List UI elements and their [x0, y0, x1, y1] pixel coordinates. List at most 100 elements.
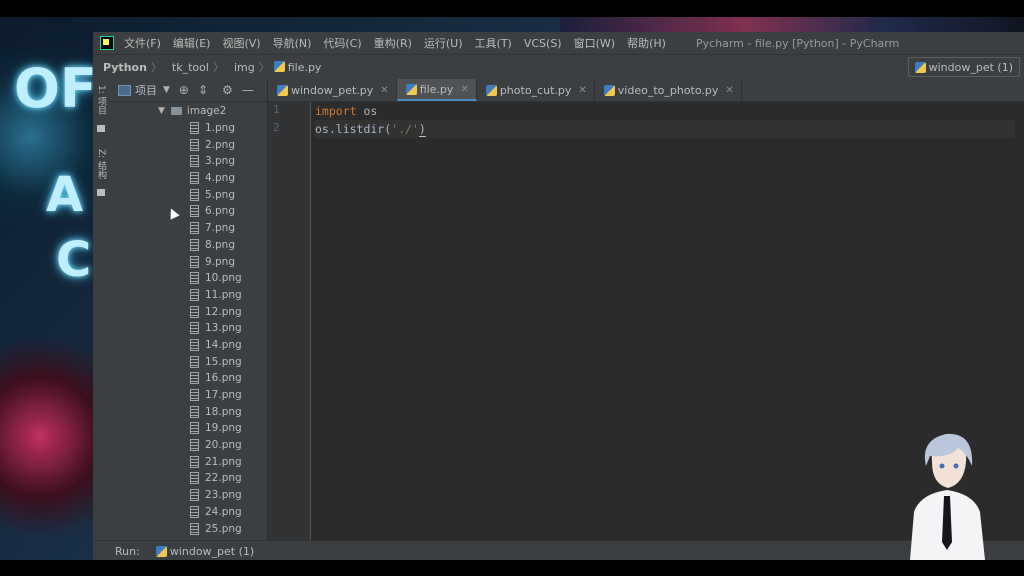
menu-vcs[interactable]: VCS(S): [524, 37, 562, 50]
image-file-icon: [190, 172, 199, 185]
tree-file[interactable]: 16.png: [110, 370, 267, 387]
run-configuration-selector[interactable]: window_pet (1): [907, 57, 1020, 77]
tree-file[interactable]: 21.png: [110, 453, 267, 470]
tab-window-pet[interactable]: window_pet.py ✕: [268, 79, 397, 101]
tree-file[interactable]: 24.png: [110, 504, 267, 521]
image-file-icon: [190, 155, 199, 168]
navigation-bar: Python 〉 tk_tool 〉 img 〉 file.py window_…: [93, 54, 1024, 80]
tree-file[interactable]: 6.png: [110, 203, 267, 220]
neon-sign-text-2: A: [46, 167, 84, 223]
tab-video-to-photo[interactable]: video_to_photo.py ✕: [595, 79, 742, 101]
locate-target-icon[interactable]: ⊕: [179, 83, 189, 97]
tab-label: file.py: [419, 82, 454, 96]
code-text: os: [356, 104, 378, 118]
tree-file[interactable]: 25.png: [110, 520, 267, 537]
file-label: 14.png: [205, 338, 242, 351]
tree-file[interactable]: 4.png: [110, 170, 267, 187]
tree-file[interactable]: 18.png: [110, 403, 267, 420]
breadcrumb-file[interactable]: file.py: [273, 60, 321, 74]
file-label: 25.png: [205, 522, 242, 535]
close-icon[interactable]: ✕: [725, 85, 733, 96]
code-line-2[interactable]: os.listdir('./'): [315, 120, 1015, 138]
breadcrumb-chevron-icon: 〉: [150, 61, 162, 74]
project-window-icon: [118, 84, 131, 96]
dropdown-arrow-icon[interactable]: ▼: [163, 85, 170, 95]
folder-icon: [170, 107, 182, 116]
python-file-icon: [485, 84, 497, 96]
file-label: 1.png: [205, 122, 236, 135]
image-file-icon: [190, 422, 199, 435]
tree-file[interactable]: 13.png: [110, 320, 267, 337]
tree-folder-image2[interactable]: ▼ image2: [110, 103, 267, 120]
menu-bar: 文件(F) 编辑(E) 视图(V) 导航(N) 代码(C) 重构(R) 运行(U…: [93, 32, 1024, 54]
menu-navigate[interactable]: 导航(N): [273, 35, 312, 51]
tree-file[interactable]: 7.png: [110, 220, 267, 237]
menu-file[interactable]: 文件(F): [124, 35, 161, 51]
menu-tools[interactable]: 工具(T): [475, 35, 512, 51]
code-area[interactable]: import os os.listdir('./'): [315, 102, 1015, 138]
tree-file[interactable]: 23.png: [110, 487, 267, 504]
menu-refactor[interactable]: 重构(R): [374, 35, 412, 51]
file-label: 21.png: [205, 455, 242, 468]
tab-file-py[interactable]: file.py ✕: [396, 79, 477, 101]
breadcrumb-folder-img[interactable]: img: [234, 61, 255, 74]
tab-label: window_pet.py: [291, 83, 374, 97]
menu-code[interactable]: 代码(C): [323, 35, 361, 51]
image-file-icon: [190, 505, 199, 518]
close-icon[interactable]: ✕: [380, 85, 388, 96]
tree-file[interactable]: 9.png: [110, 253, 267, 270]
expand-arrow-icon[interactable]: ▼: [158, 106, 165, 116]
breadcrumb-chevron-icon: 〉: [212, 61, 224, 74]
window-title: Pycharm - file.py [Python] - PyCharm: [695, 36, 900, 50]
collapse-all-icon[interactable]: ⇕: [198, 83, 208, 97]
tab-label: video_to_photo.py: [617, 83, 719, 97]
tree-file[interactable]: 14.png: [110, 337, 267, 354]
menu-help[interactable]: 帮助(H): [627, 35, 666, 51]
image-file-icon: [190, 489, 199, 502]
file-label: 3.png: [205, 155, 236, 168]
tree-file[interactable]: 8.png: [110, 237, 267, 254]
tree-file[interactable]: 10.png: [110, 270, 267, 287]
run-tab[interactable]: window_pet (1): [170, 545, 254, 558]
close-icon[interactable]: ✕: [460, 84, 468, 95]
tree-file[interactable]: 1.png: [110, 120, 267, 137]
hide-panel-icon[interactable]: —: [242, 83, 254, 97]
run-configuration-label: window_pet (1): [928, 60, 1013, 74]
code-line-1[interactable]: import os: [315, 102, 1015, 120]
tree-file[interactable]: 22.png: [110, 470, 267, 487]
settings-gear-icon[interactable]: ⚙: [222, 83, 233, 97]
python-file-icon: [155, 545, 167, 557]
breadcrumb-root[interactable]: Python: [103, 61, 147, 74]
tab-photo-cut[interactable]: photo_cut.py ✕: [477, 79, 595, 101]
tree-file[interactable]: 20.png: [110, 437, 267, 454]
pycharm-logo-icon: [100, 36, 114, 50]
menu-run[interactable]: 运行(U): [424, 35, 463, 51]
tool-tab-project[interactable]: 1: 项目: [95, 85, 108, 115]
menu-edit[interactable]: 编辑(E): [173, 35, 211, 51]
folder-label: image2: [186, 105, 227, 118]
image-file-icon: [190, 322, 199, 335]
tree-file[interactable]: 5.png: [110, 186, 267, 203]
project-panel-title[interactable]: 项目: [135, 82, 157, 98]
tree-file[interactable]: 2.png: [110, 136, 267, 153]
menu-window[interactable]: 窗口(W): [574, 35, 615, 51]
breadcrumb-folder-tk-tool[interactable]: tk_tool: [172, 61, 209, 74]
tree-file[interactable]: 17.png: [110, 387, 267, 404]
tree-file[interactable]: 11.png: [110, 287, 267, 304]
file-label: 17.png: [205, 389, 242, 402]
pycharm-window: 文件(F) 编辑(E) 视图(V) 导航(N) 代码(C) 重构(R) 运行(U…: [93, 32, 1024, 560]
tree-file[interactable]: 3.png: [110, 153, 267, 170]
file-label: 10.png: [205, 272, 242, 285]
tree-file[interactable]: 15.png: [110, 353, 267, 370]
menu-view[interactable]: 视图(V): [222, 35, 260, 51]
tree-file[interactable]: 19.png: [110, 420, 267, 437]
image-file-icon: [190, 255, 199, 268]
file-label: 15.png: [205, 355, 242, 368]
anime-avatar-overlay: [910, 433, 985, 560]
close-icon[interactable]: ✕: [578, 85, 586, 96]
tree-file[interactable]: 12.png: [110, 303, 267, 320]
python-file-icon: [277, 84, 288, 96]
tool-tab-structure[interactable]: Z: 结构: [95, 149, 108, 179]
image-file-icon: [190, 338, 199, 351]
code-text: ): [418, 122, 426, 137]
